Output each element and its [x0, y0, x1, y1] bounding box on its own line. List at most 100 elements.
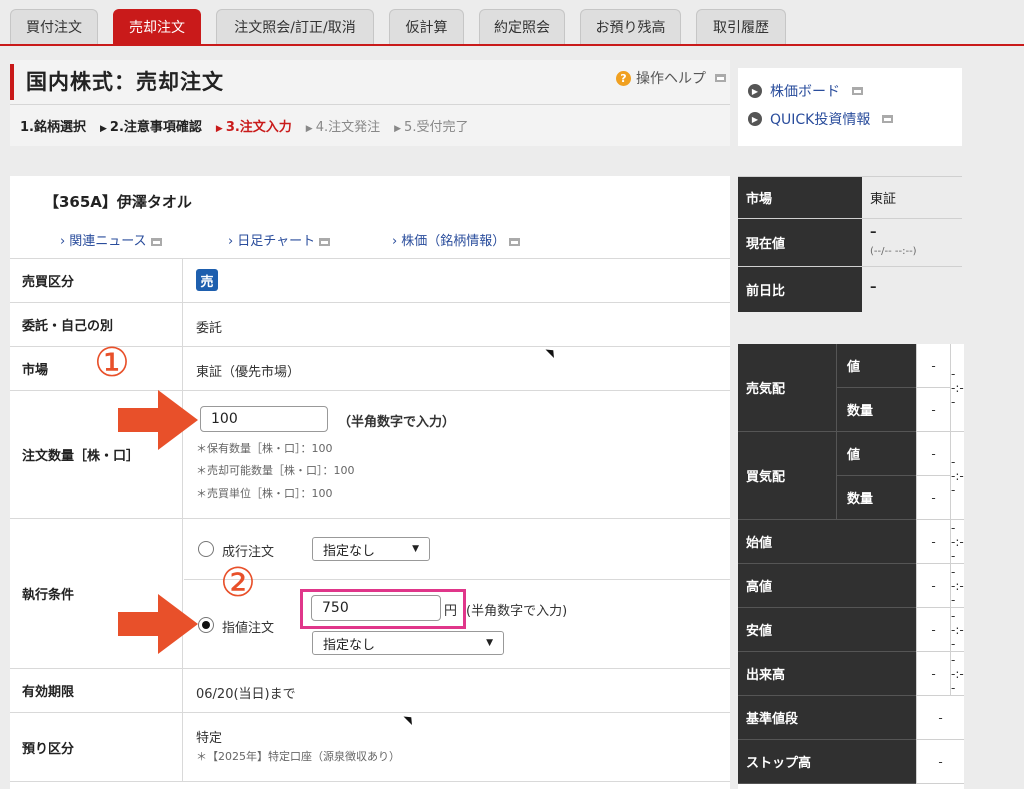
step-3: ▶ 3.注文入力	[215, 120, 292, 135]
open-price-time: --:--	[950, 520, 964, 564]
help-link[interactable]: ? 操作ヘルプ	[616, 68, 726, 88]
annotation-1: ①	[94, 340, 130, 386]
trade-type-value: 売	[196, 269, 218, 291]
step-indicator: 1.銘柄選択 ▶ 2.注意事項確認 ▶ 3.注文入力 ▶ 4.注文発注 ▶ 5.受付完了	[20, 116, 468, 135]
divider	[10, 104, 730, 105]
high-price-label: 高値	[738, 564, 916, 608]
row-expiry: 有効期限 06/20(当日)まで	[10, 668, 730, 712]
page-title: 国内株式：売却注文	[26, 70, 224, 94]
info-market-value: 東証	[870, 192, 897, 207]
arrow-right-icon: ▶	[748, 84, 762, 98]
quick-info-link[interactable]: ▶ QUICK投資情報	[748, 109, 894, 129]
new-window-icon	[150, 237, 162, 246]
side-links: ▶ 株価ボード ▶ QUICK投資情報	[738, 68, 962, 146]
sell-price-value: -	[916, 344, 950, 388]
base-price-value: -	[916, 696, 964, 740]
stock-sublinks: › 関連ニュース › 日足チャート › 株価（銘柄情報）	[10, 230, 730, 250]
limit-order-condition-value: 指定なし	[323, 637, 376, 653]
chevron-right-icon: ›	[228, 234, 234, 249]
new-window-icon	[852, 87, 863, 95]
row-custody: 預り区分 特定 ＊【2025年】特定口座（源泉徴収あり）	[10, 712, 730, 782]
annotation-arrow-2	[118, 594, 198, 654]
high-price-value: -	[916, 564, 950, 608]
price-unit: 円	[444, 604, 458, 619]
market-order-condition-select[interactable]: 指定なし ▼	[312, 537, 430, 561]
step-5: ▶ 5.受付完了	[394, 120, 469, 135]
market-order-label: 成行注文	[222, 545, 275, 560]
stock-board-label: 株価ボード	[770, 84, 840, 100]
step-arrow-icon: ▶	[99, 124, 107, 134]
tab-simulation[interactable]: 仮計算	[389, 9, 464, 44]
quote-board: 売気配 値 数量 - - --:-- 買気配 値 数量 - - --:-- 始値…	[738, 344, 964, 789]
open-price-label: 始値	[738, 520, 916, 564]
tab-balance[interactable]: お預り残高	[580, 9, 681, 44]
arrow-right-icon: ▶	[748, 112, 762, 126]
sell-time: --:--	[950, 344, 964, 432]
title-accent-bar	[10, 64, 14, 100]
info-row-market: 市場 東証	[738, 176, 962, 218]
sell-qty-value: -	[916, 388, 950, 432]
tab-history[interactable]: 取引履歴	[696, 9, 786, 44]
base-price-label: 基準値段	[738, 696, 916, 740]
step-arrow-icon: ▶	[394, 124, 402, 134]
stop-high-label: ストップ高	[738, 740, 916, 784]
buy-price-label: 値	[836, 432, 916, 476]
daily-chart-link[interactable]: › 日足チャート	[228, 230, 331, 249]
stock-board-link[interactable]: ▶ 株価ボード	[748, 81, 863, 101]
info-current-value: –	[870, 225, 877, 240]
trading-unit-note: ＊売買単位［株・口］：100	[196, 487, 333, 500]
trade-type-label: 売買区分	[10, 259, 183, 302]
buy-qty-value: -	[916, 476, 950, 520]
step-4: ▶ 4.注文発注	[305, 120, 381, 135]
buy-quote-label: 買気配	[738, 432, 836, 520]
new-window-icon	[319, 237, 331, 246]
tab-execution-inquiry[interactable]: 約定照会	[479, 9, 565, 44]
annotation-2: ②	[220, 560, 256, 606]
high-price-time: --:--	[950, 564, 964, 608]
tab-sell-order[interactable]: 売却注文	[113, 9, 201, 44]
market-order-radio[interactable]	[198, 541, 214, 557]
info-current-time: (--/-- --:--)	[870, 246, 917, 257]
new-window-icon	[715, 74, 726, 82]
sell-quote-label: 売気配	[738, 344, 836, 432]
volume-value: -	[916, 652, 950, 696]
info-change-value: –	[870, 280, 877, 295]
market-value: 東証（優先市場）	[196, 365, 301, 380]
limit-order-condition-select[interactable]: 指定なし ▼	[312, 631, 504, 655]
limit-price-input[interactable]: 750	[311, 595, 441, 621]
custody-note: ＊【2025年】特定口座（源泉徴収あり）	[196, 750, 400, 763]
stock-price-link[interactable]: › 株価（銘柄情報）	[392, 230, 521, 249]
buy-price-value: -	[916, 432, 950, 476]
tab-buy-order[interactable]: 買付注文	[10, 9, 98, 44]
open-price-value: -	[916, 520, 950, 564]
execution-divider	[184, 579, 730, 580]
sell-qty-label: 数量	[836, 388, 916, 432]
chevron-right-icon: ›	[392, 234, 398, 249]
question-icon: ?	[616, 70, 631, 86]
info-current-label: 現在値	[738, 219, 862, 266]
quantity-input[interactable]: 100	[200, 406, 328, 432]
limit-order-radio[interactable]	[198, 617, 214, 633]
news-link[interactable]: › 関連ニュース	[60, 230, 162, 249]
quantity-hint: （半角数字で入力）	[338, 415, 456, 430]
new-window-icon	[509, 237, 521, 246]
step-arrow-icon: ▶	[215, 124, 223, 134]
info-change-label: 前日比	[738, 267, 862, 312]
expiry-label: 有効期限	[10, 669, 183, 712]
price-hint: (半角数字で入力)	[466, 604, 568, 619]
annotation-arrow-1	[118, 390, 198, 450]
low-price-value: -	[916, 608, 950, 652]
new-window-icon	[882, 115, 894, 123]
holding-quantity-note: ＊保有数量［株・口］：100	[196, 442, 333, 455]
sell-badge: 売	[196, 269, 218, 291]
step-arrow-icon: ▶	[305, 124, 313, 134]
info-row-current-price: 現在値 – (--/-- --:--)	[738, 218, 962, 266]
info-market-label: 市場	[738, 177, 862, 218]
sellable-quantity-note: ＊売却可能数量［株・口］：100	[196, 464, 355, 477]
order-tabs: 買付注文 売却注文 注文照会/訂正/取消 仮計算 約定照会 お預り残高 取引履歴	[0, 0, 1024, 46]
expiry-value: 06/20(当日)まで	[196, 687, 296, 702]
info-row-change: 前日比 –	[738, 266, 962, 312]
step-2: ▶ 2.注意事項確認	[99, 120, 202, 135]
tab-order-inquiry[interactable]: 注文照会/訂正/取消	[216, 9, 374, 44]
limit-order-label: 指値注文	[222, 621, 275, 636]
